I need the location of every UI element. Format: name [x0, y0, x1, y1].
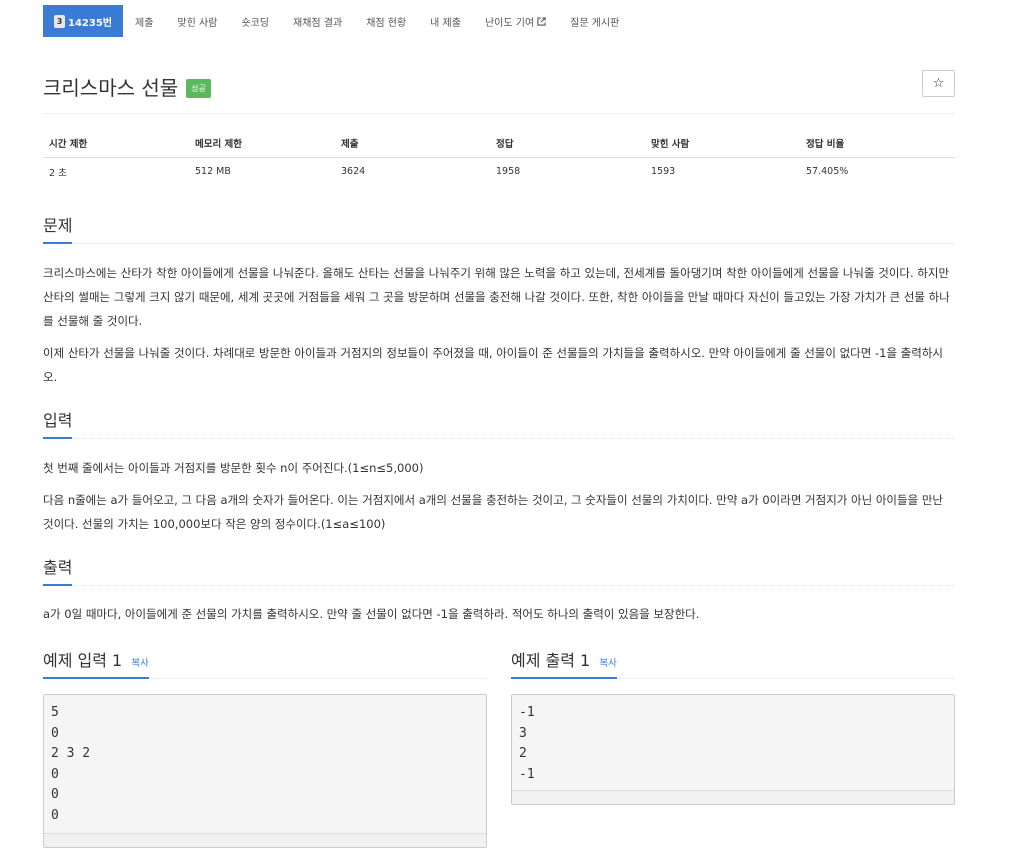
tab-my-submissions[interactable]: 내 제출 [418, 5, 473, 37]
horizontal-scrollbar[interactable] [44, 833, 486, 847]
value-accepted: 1958 [496, 166, 521, 178]
favorite-star-button[interactable]: ☆ [922, 70, 955, 97]
status-badge: 성공 [186, 79, 211, 98]
description-paragraph-1: 크리스마스에는 산타가 착한 아이들에게 선물을 나눠준다. 올해도 산타는 선… [43, 266, 950, 328]
divider [43, 113, 955, 114]
horizontal-scrollbar[interactable] [512, 790, 954, 804]
value-solved-users: 1593 [651, 166, 676, 178]
tab-problem-label: 14235번 [68, 17, 112, 29]
sample-input-title: 예제 입력 1 [43, 651, 123, 670]
header-accept-ratio: 정답 비율 [800, 130, 955, 158]
star-icon: ☆ [932, 76, 945, 91]
problem-info-table: 시간 제한 메모리 제한 제출 정답 맞힌 사람 정답 비율 2 초 512 M… [43, 130, 955, 186]
tab-short-coding[interactable]: 숏코딩 [229, 5, 281, 37]
value-time-limit: 2 초 [49, 167, 67, 179]
output-section-header: 출력 [43, 554, 955, 586]
problem-title: 크리스마스 선물 [43, 76, 179, 100]
value-submissions: 3624 [341, 166, 366, 178]
value-memory-limit: 512 MB [195, 166, 231, 178]
input-paragraph-1: 첫 번째 줄에서는 아이들과 거점지를 방문한 횟수 n이 주어진다.(1≤n≤… [43, 461, 424, 475]
tab-solved-users[interactable]: 맞힌 사람 [165, 5, 229, 37]
tab-difficulty-label: 난이도 기여 [484, 17, 535, 29]
header-solved-users: 맞힌 사람 [645, 130, 800, 158]
sample-output-title: 예제 출력 1 [511, 651, 591, 670]
sample-input-text[interactable]: 5 0 2 3 2 0 0 0 [44, 695, 486, 832]
problem-title-row: 크리스마스 선물 성공 [43, 72, 211, 101]
copy-sample-input-button[interactable]: 복사 [131, 658, 148, 669]
value-accept-ratio: 57.405% [806, 166, 849, 178]
problem-nav: 3 14235번 제출 맞힌 사람 숏코딩 재채점 결과 채점 현황 내 제출 … [43, 5, 631, 37]
tab-rejudge-results[interactable]: 재채점 결과 [281, 5, 354, 37]
input-title: 입력 [43, 407, 73, 439]
sample-input-box[interactable]: 5 0 2 3 2 0 0 0 [43, 694, 487, 848]
description-paragraph-2: 이제 산타가 선물을 나눠줄 것이다. 차례대로 방문한 아이들과 거점지의 정… [43, 346, 944, 384]
sample-output-header: 예제 출력 1 복사 [511, 647, 955, 679]
sample-input-label-wrap: 예제 입력 1 복사 [43, 647, 149, 679]
output-title: 출력 [43, 554, 73, 586]
header-accepted: 정답 [490, 130, 645, 158]
description-title: 문제 [43, 212, 73, 244]
sample-output-text[interactable]: -1 3 2 -1 [512, 695, 954, 791]
table-header-row: 시간 제한 메모리 제한 제출 정답 맞힌 사람 정답 비율 [43, 130, 955, 158]
tab-status[interactable]: 채점 현황 [354, 5, 418, 37]
output-paragraph-1: a가 0일 때마다, 아이들에게 준 선물의 가치를 출력하시오. 만약 줄 선… [43, 607, 700, 621]
header-submissions: 제출 [335, 130, 490, 158]
sample-input-header: 예제 입력 1 복사 [43, 647, 487, 679]
tier-icon: 3 [54, 14, 65, 28]
input-section-header: 입력 [43, 407, 955, 439]
header-time-limit: 시간 제한 [43, 130, 189, 158]
header-memory-limit: 메모리 제한 [189, 130, 335, 158]
copy-sample-output-button[interactable]: 복사 [599, 658, 616, 669]
tab-question-board[interactable]: 질문 게시판 [558, 5, 631, 37]
sample-output-box[interactable]: -1 3 2 -1 [511, 694, 955, 805]
tab-submit[interactable]: 제출 [123, 5, 165, 37]
input-paragraph-2: 다음 n줄에는 a가 들어오고, 그 다음 a개의 숫자가 들어온다. 이는 거… [43, 493, 943, 531]
external-link-icon [537, 16, 546, 26]
tab-problem[interactable]: 3 14235번 [43, 5, 123, 37]
sample-output-label-wrap: 예제 출력 1 복사 [511, 647, 617, 679]
table-row: 2 초 512 MB 3624 1958 1593 57.405% [43, 157, 955, 186]
tab-difficulty-contribution[interactable]: 난이도 기여 [473, 5, 558, 37]
description-section-header: 문제 [43, 212, 955, 244]
